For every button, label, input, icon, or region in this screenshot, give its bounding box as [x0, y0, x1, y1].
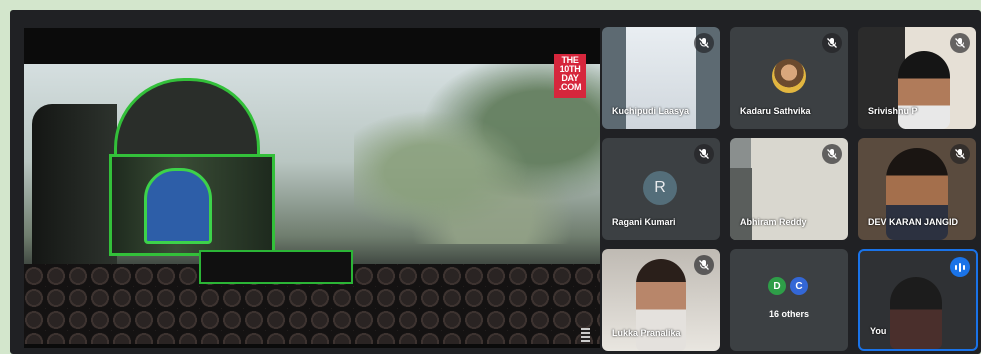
presentation-stage[interactable]: THE 10TH DAY .COM	[24, 28, 600, 348]
participant-tile[interactable]: Lukka Pranalika	[602, 249, 720, 351]
participant-name: Srivishnu P	[868, 106, 918, 116]
avatar: C	[790, 277, 808, 295]
participant-tile[interactable]: Kadaru Sathvika	[730, 27, 848, 129]
mic-off-icon	[694, 255, 714, 275]
others-avatars: D C	[768, 277, 808, 295]
participant-name: DEV KARAN JANGID	[868, 217, 959, 227]
participant-tile[interactable]: Kuchipudi Laasya	[602, 27, 720, 129]
participant-name: Kuchipudi Laasya	[612, 106, 690, 116]
participant-name: You	[870, 326, 887, 336]
shrine-side	[32, 104, 117, 264]
shrine-dome	[114, 78, 260, 161]
avatar: D	[768, 277, 786, 295]
participant-video	[730, 168, 752, 240]
others-count: 16 others	[768, 309, 810, 319]
participant-tile[interactable]: DEV KARAN JANGID	[858, 138, 976, 240]
mic-off-icon	[694, 144, 714, 164]
participant-tile[interactable]: Abhiram Reddy	[730, 138, 848, 240]
mic-off-icon	[950, 144, 970, 164]
participant-tile[interactable]: R Ragani Kumari	[602, 138, 720, 240]
meeting-window: THE 10TH DAY .COM Kuchipudi Laasya Kadar…	[10, 10, 981, 354]
participant-video	[898, 51, 950, 129]
avatar: R	[643, 171, 677, 205]
participant-video	[890, 277, 942, 349]
watermark-icon	[581, 328, 590, 342]
avatar	[772, 59, 806, 93]
presentation-image	[24, 64, 600, 344]
participant-name: Ragani Kumari	[612, 217, 676, 227]
shrine-window	[144, 168, 212, 244]
mic-off-icon	[822, 33, 842, 53]
participant-name: Abhiram Reddy	[740, 217, 807, 227]
others-tile[interactable]: D C 16 others	[730, 249, 848, 351]
participant-name: Lukka Pranalika	[612, 328, 681, 338]
self-tile[interactable]: You	[858, 249, 978, 351]
speaking-indicator-icon	[950, 257, 970, 277]
mic-off-icon	[950, 33, 970, 53]
site-logo: THE 10TH DAY .COM	[554, 54, 586, 98]
shrine-banner	[199, 250, 353, 284]
participant-tile[interactable]: Srivishnu P	[858, 27, 976, 129]
mic-off-icon	[694, 33, 714, 53]
mic-off-icon	[822, 144, 842, 164]
participant-name: Kadaru Sathvika	[740, 106, 811, 116]
